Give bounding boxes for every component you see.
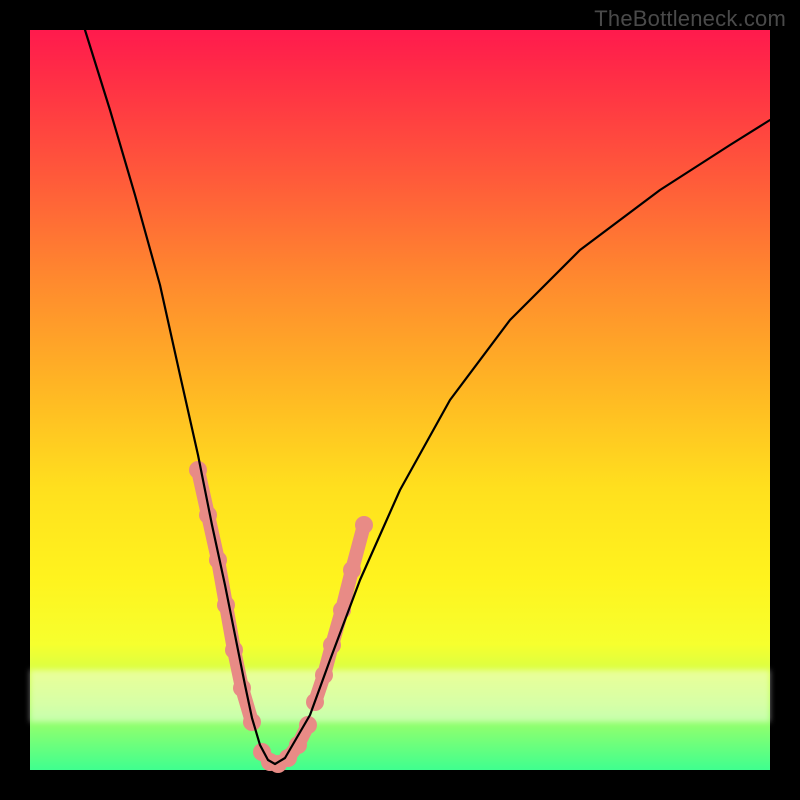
chart-frame: TheBottleneck.com: [0, 0, 800, 800]
highlight-dot: [343, 561, 361, 579]
watermark-text: TheBottleneck.com: [594, 6, 786, 32]
bottleneck-curve: [85, 30, 770, 764]
highlight-dot: [189, 461, 207, 479]
curve-svg: [30, 30, 770, 770]
highlight-dot: [355, 516, 373, 534]
highlight-dot: [217, 596, 235, 614]
plot-area: [30, 30, 770, 770]
highlight-dot: [233, 679, 251, 697]
